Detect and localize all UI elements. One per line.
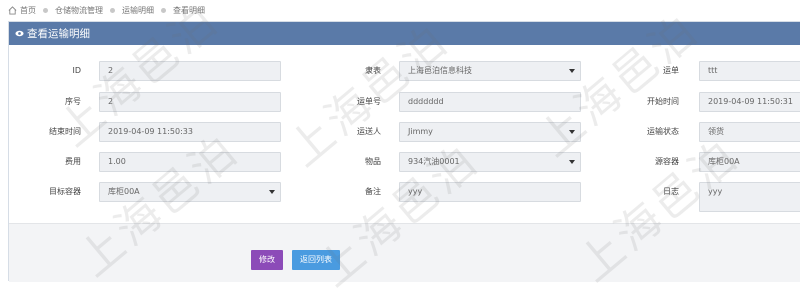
eye-icon — [15, 30, 24, 37]
log-label: 日志 — [663, 187, 679, 196]
chevron-down-icon — [569, 130, 575, 134]
detail-form: ID 2 隶表 上海邑泊信息科技 运单 ttt 序号 2 运单号 ddddddd… — [9, 45, 800, 223]
chevron-down-icon — [269, 190, 275, 194]
remark-label: 备注 — [365, 187, 381, 196]
breadcrumb-separator — [161, 7, 166, 13]
table-select[interactable]: 上海邑泊信息科技 — [399, 61, 581, 81]
edit-button[interactable]: 修改 — [251, 250, 283, 270]
panel-header: 查看运输明细 — [9, 22, 800, 45]
start-time-field[interactable]: 2019-04-09 11:50:31 — [699, 92, 800, 112]
target-container-select-value: 库柜00A — [108, 187, 140, 196]
log-textarea[interactable]: yyy — [699, 182, 800, 212]
seq-label: 序号 — [65, 97, 81, 106]
source-container-label: 源容器 — [655, 157, 679, 166]
breadcrumb: 首页 仓储物流管理 运输明细 查看明细 — [0, 0, 800, 20]
breadcrumb-transport[interactable]: 运输明细 — [122, 5, 154, 16]
shipper-select[interactable]: Jimmy — [399, 122, 581, 142]
cost-label: 费用 — [65, 157, 81, 166]
remark-field[interactable]: yyy — [399, 182, 581, 202]
chevron-down-icon — [569, 69, 575, 73]
status-label: 运输状态 — [647, 127, 679, 136]
source-container-field[interactable]: 库柜00A — [699, 152, 800, 172]
breadcrumb-home[interactable]: 首页 — [20, 5, 36, 16]
breadcrumb-current: 查看明细 — [173, 5, 205, 15]
table-label: 隶表 — [365, 66, 381, 75]
form-footer: 修改 返回列表 — [9, 223, 800, 282]
cost-field[interactable]: 1.00 — [99, 152, 281, 172]
back-to-list-button[interactable]: 返回列表 — [292, 250, 340, 270]
table-select-value: 上海邑泊信息科技 — [408, 66, 472, 75]
home-icon[interactable] — [8, 5, 17, 15]
id-label: ID — [72, 66, 81, 75]
goods-select[interactable]: 934汽油0001 — [399, 152, 581, 172]
chevron-down-icon — [569, 160, 575, 164]
detail-panel: 查看运输明细 ID 2 隶表 上海邑泊信息科技 运单 ttt 序号 2 运单号 … — [8, 21, 800, 282]
waybill-no-field[interactable]: ddddddd — [399, 92, 581, 112]
waybill-label: 运单 — [663, 66, 679, 75]
end-time-label: 结束时间 — [49, 127, 81, 136]
start-time-label: 开始时间 — [647, 97, 679, 106]
status-field[interactable]: 领货 — [699, 122, 800, 142]
goods-select-value: 934汽油0001 — [408, 157, 460, 166]
shipper-label: 运送人 — [357, 127, 381, 136]
seq-field[interactable]: 2 — [99, 92, 281, 112]
breadcrumb-separator — [43, 7, 48, 13]
end-time-field[interactable]: 2019-04-09 11:50:33 — [99, 122, 281, 142]
id-field[interactable]: 2 — [99, 61, 281, 81]
waybill-field[interactable]: ttt — [699, 61, 800, 81]
panel-title: 查看运输明细 — [27, 28, 90, 40]
breadcrumb-warehouse[interactable]: 仓储物流管理 — [55, 5, 103, 16]
goods-label: 物品 — [365, 157, 381, 166]
breadcrumb-separator — [110, 7, 115, 13]
waybill-no-label: 运单号 — [357, 97, 381, 106]
shipper-select-value: Jimmy — [408, 127, 433, 136]
target-container-label: 目标容器 — [49, 187, 81, 196]
target-container-select[interactable]: 库柜00A — [99, 182, 281, 202]
